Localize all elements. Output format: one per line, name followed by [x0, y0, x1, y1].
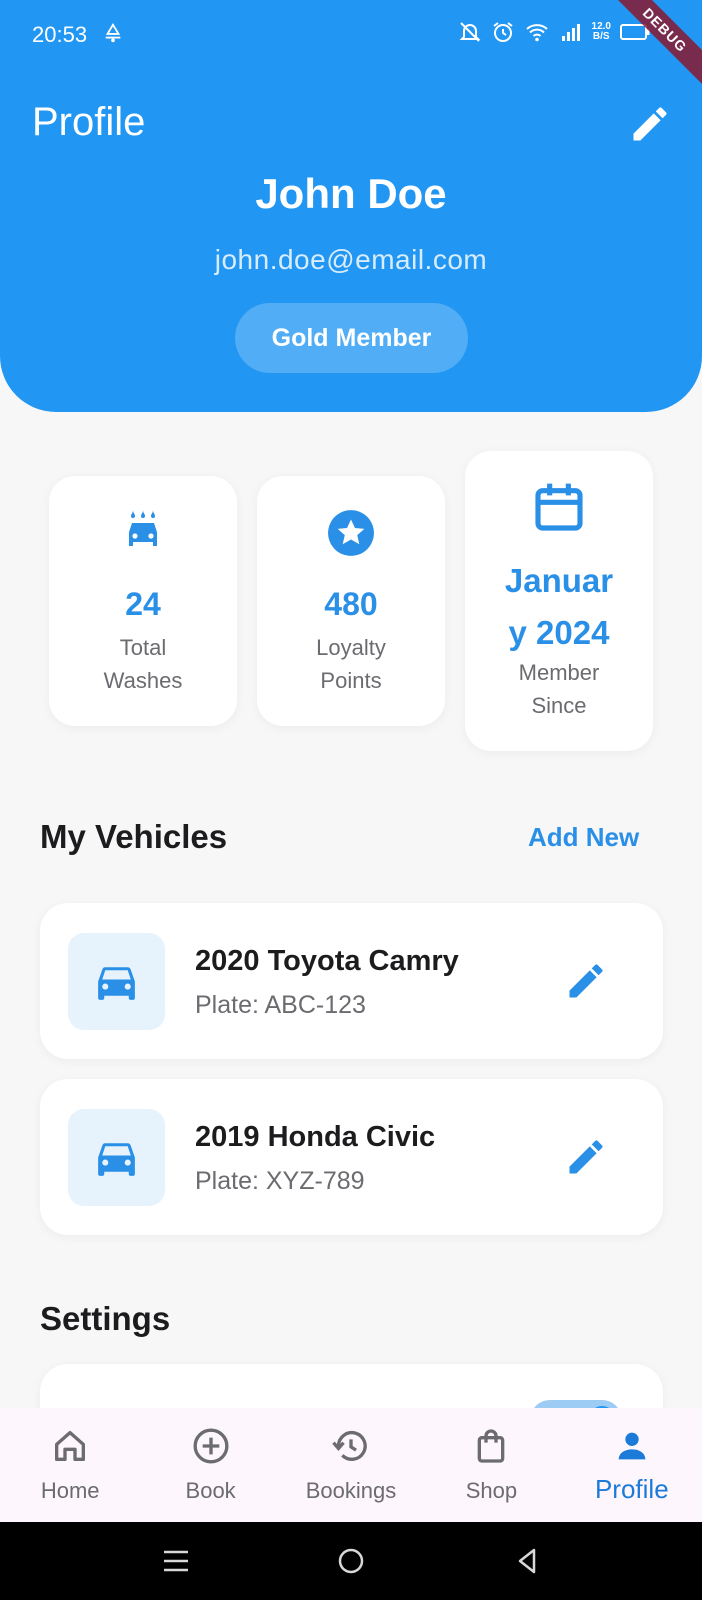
vehicle-thumbnail	[68, 933, 165, 1030]
total-washes-value: 24	[125, 586, 161, 622]
user-email: john.doe@email.com	[214, 244, 488, 275]
star-icon	[328, 510, 374, 556]
edit-vehicle-pencil-icon[interactable]	[564, 1135, 608, 1179]
loyalty-points-value: 480	[324, 586, 378, 622]
nav-label-shop: Shop	[465, 1478, 518, 1503]
alarm-icon	[492, 22, 513, 42]
nav-item-book[interactable]: Book	[140, 1408, 280, 1522]
nav-label-bookings: Bookings	[305, 1478, 397, 1503]
edit-profile-pencil-icon[interactable]	[628, 102, 672, 146]
person-icon	[618, 1432, 646, 1460]
car-wash-icon	[129, 510, 157, 546]
history-icon	[332, 1430, 367, 1461]
car-icon	[98, 1143, 135, 1176]
stat-card-member-since: Januar y 2024 Member Since	[465, 451, 653, 751]
loyalty-points-label: Loyalty Points	[316, 635, 386, 693]
vehicle-name: 2019 Honda Civic	[195, 1121, 436, 1153]
wifi-icon	[525, 24, 548, 42]
member-since-label: Member Since	[518, 660, 600, 718]
stat-card-loyalty-points: 480 Loyalty Points	[257, 476, 445, 726]
nav-label-home: Home	[40, 1478, 100, 1503]
vehicle-card-toyota[interactable]: 2020 Toyota Camry Plate: ABC-123	[40, 903, 663, 1059]
page-title: Profile	[32, 100, 146, 144]
network-speed: 12.0 B/S	[591, 21, 611, 42]
menu-icon[interactable]	[161, 1546, 191, 1576]
my-vehicles-heading: My Vehicles	[40, 818, 228, 855]
home-circle-icon[interactable]	[336, 1546, 366, 1576]
notification-bell-icon	[105, 22, 121, 43]
settings-heading: Settings	[40, 1300, 171, 1337]
vehicle-thumbnail	[68, 1109, 165, 1206]
add-circle-icon	[193, 1428, 229, 1464]
nav-item-shop[interactable]: Shop	[421, 1408, 561, 1522]
vehicle-name: 2020 Toyota Camry	[195, 945, 459, 977]
car-icon	[98, 967, 135, 1000]
nav-label-profile: Profile	[594, 1474, 669, 1504]
status-bar: 20:53 12.0 B/S DEBUG	[0, 0, 702, 92]
debug-banner: DEBUG	[603, 0, 702, 92]
nav-item-bookings[interactable]: Bookings	[281, 1408, 421, 1522]
status-icons: 12.0 B/S	[458, 20, 650, 44]
system-navigation-bar	[0, 1522, 702, 1600]
vehicle-plate: Plate: XYZ-789	[195, 1167, 365, 1195]
back-icon[interactable]	[512, 1546, 542, 1576]
total-washes-label: Total Washes	[103, 635, 183, 693]
member-since-value: Januar y 2024	[504, 562, 614, 651]
vehicle-card-honda[interactable]: 2019 Honda Civic Plate: XYZ-789	[40, 1079, 663, 1235]
nav-label-book: Book	[185, 1478, 236, 1503]
user-name: John Doe	[255, 170, 447, 217]
calendar-icon	[535, 483, 583, 531]
bottom-navigation: Home Book Bookings Shop Profile	[0, 1408, 702, 1522]
profile-header: 20:53 12.0 B/S DEBUG Profile John Doe jo…	[0, 0, 702, 412]
nav-item-home[interactable]: Home	[0, 1408, 140, 1522]
nav-item-profile[interactable]: Profile	[562, 1408, 702, 1522]
vehicle-plate: Plate: ABC-123	[195, 991, 366, 1019]
edit-vehicle-pencil-icon[interactable]	[564, 959, 608, 1003]
shopping-bag-icon	[478, 1429, 505, 1463]
stat-card-total-washes: 24 Total Washes	[49, 476, 237, 726]
membership-badge: Gold Member	[235, 303, 468, 373]
signal-icon	[561, 24, 580, 41]
add-new-vehicle-button[interactable]: Add New	[528, 822, 639, 853]
home-icon	[55, 1431, 86, 1461]
status-time: 20:53	[32, 22, 88, 47]
mute-bell-icon	[459, 22, 480, 42]
